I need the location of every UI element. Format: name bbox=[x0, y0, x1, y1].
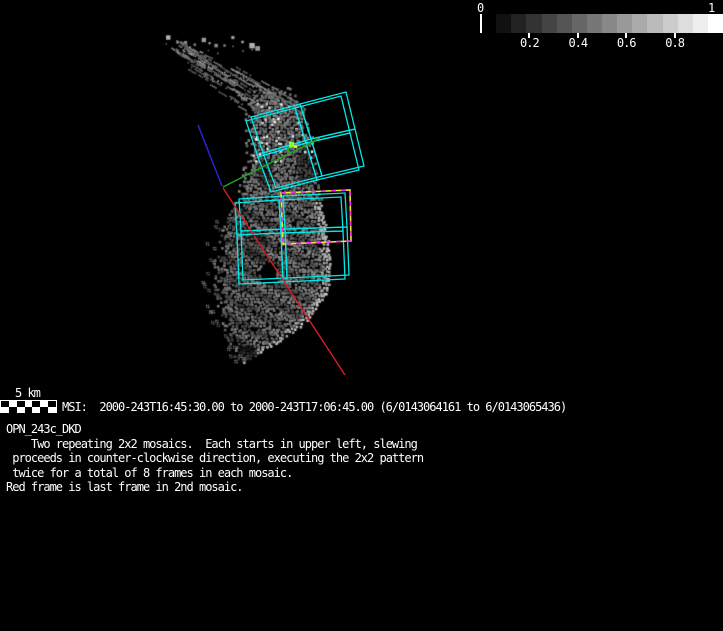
colorbar-step bbox=[678, 14, 693, 33]
colorbar-step bbox=[572, 14, 587, 33]
colorbar-tick-label: 0.2 bbox=[518, 36, 540, 50]
caption-line: Red frame is last frame in 2nd mosaic. bbox=[6, 480, 423, 495]
colorbar-tick bbox=[577, 33, 579, 38]
scale-bar-cell bbox=[48, 407, 56, 413]
colorbar-tick-label: 0.4 bbox=[567, 36, 589, 50]
lower-mosaic-frame bbox=[281, 231, 345, 282]
colorbar-step bbox=[647, 14, 662, 33]
colorbar-step bbox=[708, 14, 723, 33]
colorbar-step bbox=[526, 14, 541, 33]
colorbar-tick-label: 0.8 bbox=[664, 36, 686, 50]
lower-mosaic-frame bbox=[285, 227, 349, 278]
colorbar-step bbox=[602, 14, 617, 33]
colorbar-step bbox=[557, 14, 572, 33]
msi-planning-window: 0 1 0.2 0.4 0.6 0.8 5 km MSI: 2000-243T1… bbox=[0, 0, 723, 631]
colorbar-tick-label: 0.6 bbox=[615, 36, 637, 50]
scale-bar-checker bbox=[0, 400, 57, 413]
lower-mosaic-frame bbox=[237, 233, 283, 284]
sequence-caption: OPN_243c_DKD Two repeating 2x2 mosaics. … bbox=[6, 422, 423, 495]
colorbar-gradient bbox=[481, 14, 723, 33]
colorbar-step bbox=[496, 14, 511, 33]
target-marker bbox=[294, 145, 297, 148]
axis-blue-line bbox=[198, 125, 222, 186]
colorbar-step bbox=[617, 14, 632, 33]
colorbar-step bbox=[542, 14, 557, 33]
caption-line: OPN_243c_DKD bbox=[6, 422, 423, 437]
colorbar-max-label: 1 bbox=[708, 1, 714, 15]
target-marker bbox=[289, 142, 294, 147]
colorbar-step bbox=[511, 14, 526, 33]
colorbar-step bbox=[693, 14, 708, 33]
colorbar-zero-tick bbox=[480, 14, 482, 33]
observation-status-text: MSI: 2000-243T16:45:30.00 to 2000-243T17… bbox=[62, 400, 566, 414]
colorbar-tick bbox=[528, 33, 530, 38]
colorbar-step bbox=[663, 14, 678, 33]
caption-line: proceeds in counter-clockwise direction,… bbox=[6, 451, 423, 466]
caption-line: Two repeating 2x2 mosaics. Each starts i… bbox=[6, 437, 423, 452]
caption-line: twice for a total of 8 frames in each mo… bbox=[6, 466, 423, 481]
scale-bar-label: 5 km bbox=[15, 386, 40, 400]
colorbar-step bbox=[481, 14, 496, 33]
lower-mosaic-frame bbox=[241, 229, 287, 280]
colorbar-tick bbox=[625, 33, 627, 38]
target-marker bbox=[287, 148, 289, 151]
colorbar-tick bbox=[674, 33, 676, 38]
colorbar-step bbox=[632, 14, 647, 33]
colorbar-step bbox=[587, 14, 602, 33]
colorbar-min-label: 0 bbox=[477, 1, 483, 15]
mosaic-frames-overlay bbox=[0, 0, 723, 631]
